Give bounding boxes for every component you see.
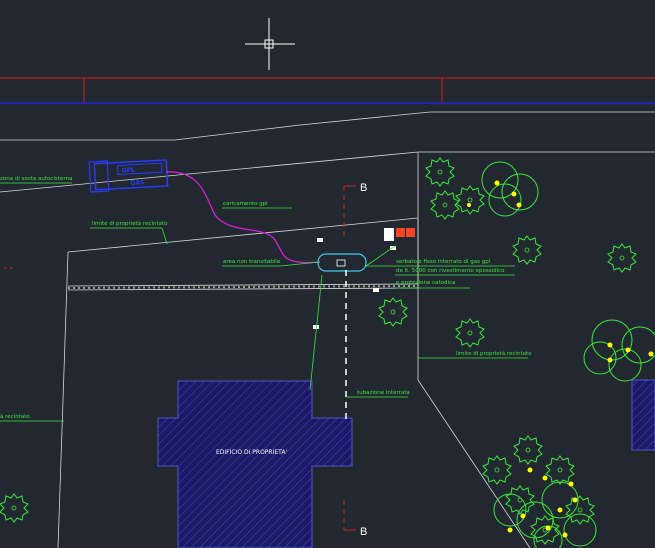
section-label-top: B (360, 182, 367, 194)
fence-line (67, 285, 419, 289)
trees (0, 157, 655, 548)
label-limite-left: à recintato (0, 413, 30, 420)
property-boundaries (0, 151, 655, 548)
section-label-bottom: B (360, 526, 367, 538)
crosshair-cursor-icon (245, 18, 295, 70)
gas-tank[interactable] (317, 253, 367, 272)
tank-label-1: GPL (122, 167, 136, 175)
building-label: EDIFICIO DI PROPRIETA' (216, 449, 287, 456)
label-serbatoio-2: da lt. 5000 con rivestimento epossidico (396, 268, 505, 274)
label-zona-autocisterna: zona di sosta autocisterna (0, 176, 72, 182)
label-serbatoio-3: e protezione catodica (396, 280, 455, 286)
right-edge-box (631, 379, 655, 451)
section-line-b: B B (343, 182, 367, 538)
charging-pipe (165, 171, 321, 264)
cad-drawing[interactable]: EDIFICIO DI PROPRIETA' GPL GAS B B zona … (0, 0, 655, 548)
tanker-truck[interactable]: GPL GAS (88, 158, 169, 193)
label-caricamento: caricamento gpl (223, 201, 268, 207)
warning-signs-icon (384, 228, 415, 241)
label-tubazione: tubazione interrata (357, 390, 410, 396)
tank-label-2: GAS (130, 179, 144, 187)
markers (313, 238, 396, 329)
label-area-non-transitabile: area non transitabile (223, 259, 281, 265)
label-serbatoio-1: serbatoio fisso interrato di gas gpl (396, 259, 491, 265)
cad-drawing-canvas[interactable]: EDIFICIO DI PROPRIETA' GPL GAS B B zona … (0, 0, 655, 548)
building[interactable] (157, 380, 353, 548)
label-limite-top: limite di proprietà recintato (92, 220, 168, 227)
road (0, 77, 655, 141)
label-limite-right: limite di proprietà recintato (456, 350, 532, 357)
